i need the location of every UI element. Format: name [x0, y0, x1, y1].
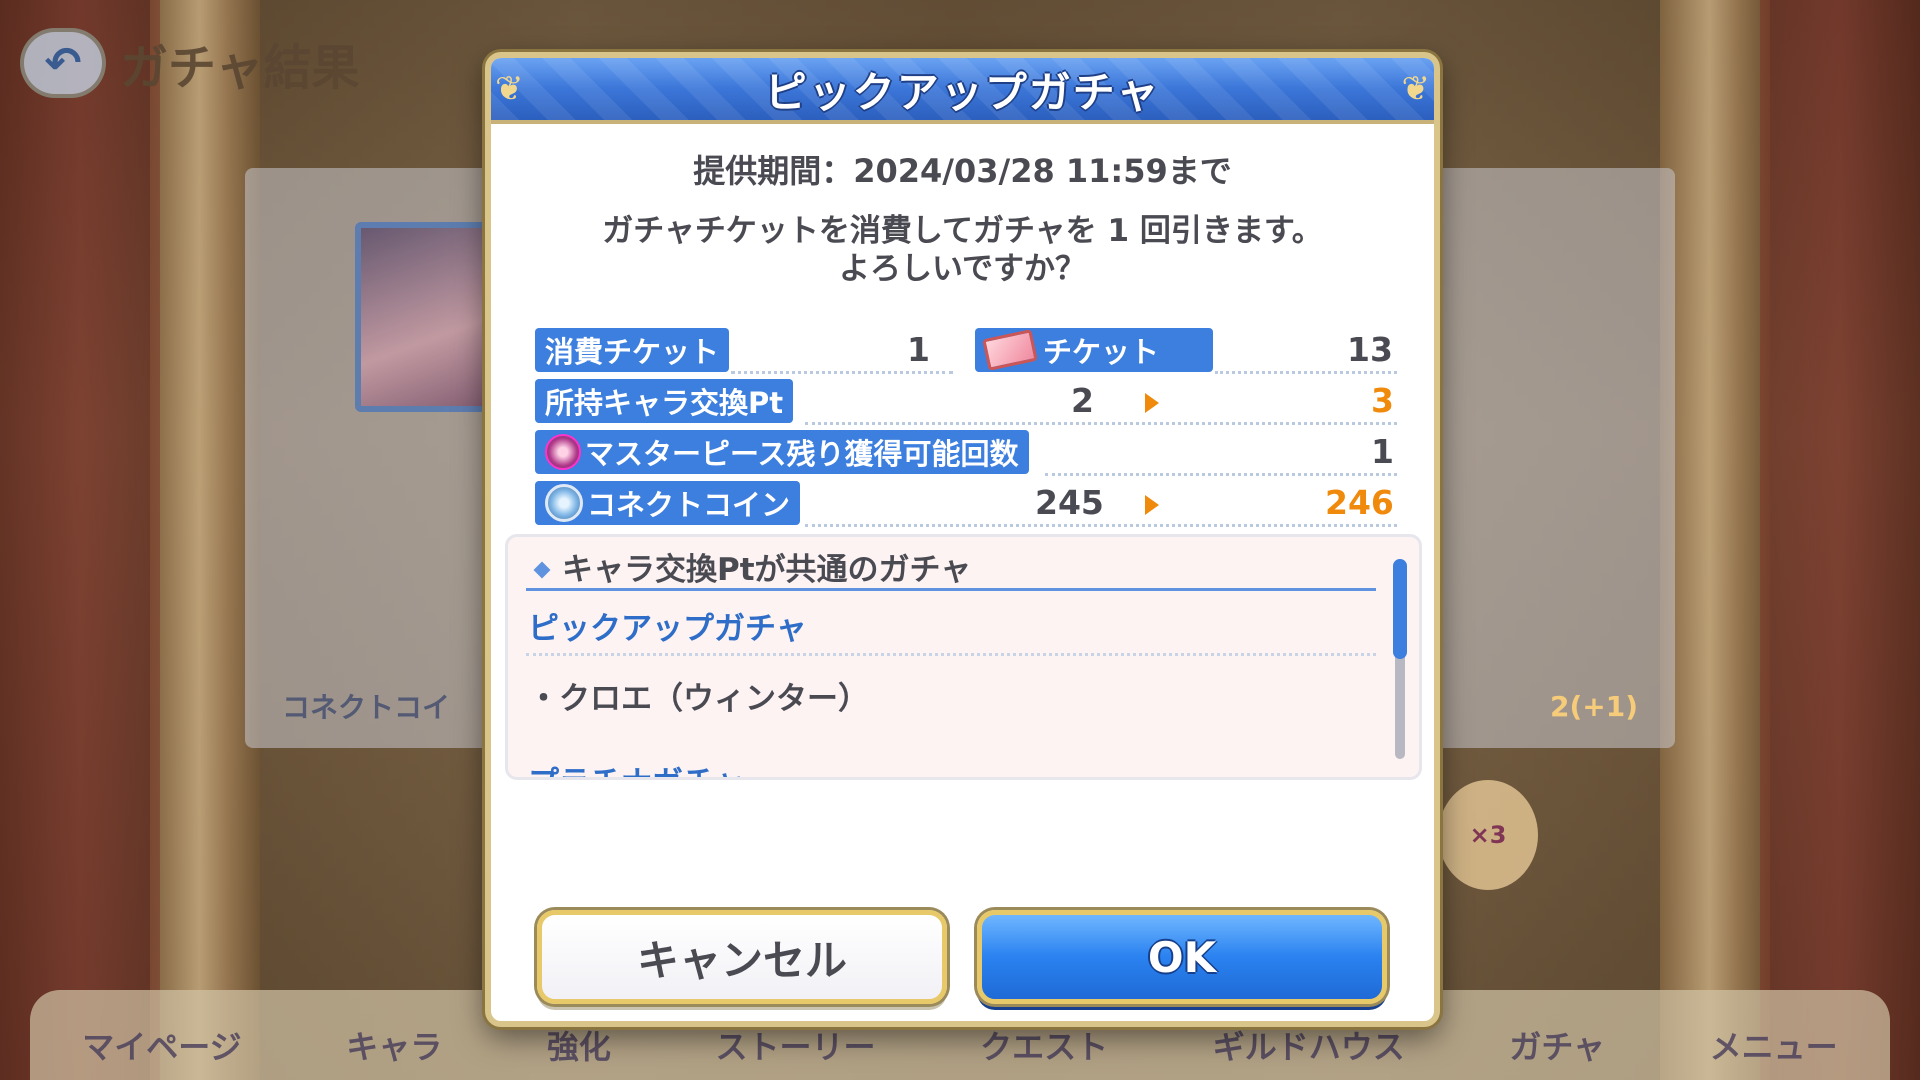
- screen-header: ↶ ガチャ結果: [20, 28, 360, 98]
- ticket-label: チケット: [975, 328, 1213, 372]
- stat-row-masterpiece: マスターピース残り獲得可能回数 1: [535, 428, 1397, 478]
- gacha-confirm-dialog: ❦ ピックアップガチャ ❦ 提供期間：2024/03/28 11:59まで ガチ…: [485, 52, 1440, 1027]
- cancel-button[interactable]: キャンセル: [537, 910, 947, 1004]
- ok-button[interactable]: OK: [977, 910, 1387, 1004]
- consume-ticket-label: 消費チケット: [535, 328, 730, 372]
- dotted-divider: [731, 371, 953, 374]
- diamond-bullet-icon: [533, 561, 551, 578]
- stat-row-exchange-pt: 所持キャラ交換Pt 2 3: [535, 377, 1397, 427]
- ticket-label-text: チケット: [1043, 335, 1160, 369]
- dotted-divider: [805, 422, 1397, 425]
- confirm-message-line2: よろしいですか？: [838, 251, 1087, 287]
- gacha-character-item: ・クロエ（ウィンター）: [528, 681, 869, 717]
- list-scrollbar-thumb[interactable]: [1393, 559, 1407, 659]
- background-curtain: [0, 0, 160, 1080]
- confirm-message-line1: ガチャチケットを消費してガチャを 1 回引きます。: [602, 213, 1323, 249]
- background-gacha-badge: ×3: [1438, 780, 1538, 890]
- connect-coin-label-text: コネクトコイン: [587, 488, 791, 522]
- connect-coin-after: 246: [1325, 483, 1394, 522]
- nav-item-character[interactable]: キャラ: [346, 1022, 442, 1068]
- arrow-right-icon: [1145, 495, 1159, 515]
- stats-table: 消費チケット 1 チケット 13 所持キャラ交換Pt 2 3 マスターピース残り…: [535, 326, 1397, 530]
- gacha-name: ピックアップガチャ: [528, 611, 807, 647]
- gacha-name: プラチナガチャ: [528, 757, 745, 777]
- ticket-icon: [982, 329, 1038, 371]
- background-coin-label: コネクトコイ: [282, 691, 451, 724]
- consume-ticket-value: 1: [907, 330, 930, 369]
- shared-gacha-heading-text: キャラ交換Ptが共通のガチャ: [562, 552, 972, 588]
- background-pillar: [1660, 0, 1770, 1080]
- nav-item-mypage[interactable]: マイページ: [82, 1022, 241, 1068]
- exchange-pt-label: 所持キャラ交換Pt: [535, 379, 794, 423]
- masterpiece-value: 1: [1371, 432, 1394, 471]
- background-pillar: [150, 0, 260, 1080]
- ticket-value: 13: [1347, 330, 1393, 369]
- ornament-icon: ❦: [1401, 69, 1431, 109]
- connect-coin-icon: [545, 484, 583, 522]
- confirm-message: ガチャチケットを消費してガチャを 1 回引きます。 よろしいですか？: [491, 212, 1434, 288]
- dotted-divider: [805, 524, 1397, 527]
- dialog-header: ❦ ピックアップガチャ ❦: [491, 58, 1434, 124]
- dialog-title: ピックアップガチャ: [764, 67, 1161, 117]
- stat-row-tickets: 消費チケット 1 チケット 13: [535, 326, 1397, 376]
- shared-gacha-heading: キャラ交換Ptが共通のガチャ: [526, 545, 1376, 591]
- nav-item-enhance[interactable]: 強化: [547, 1022, 611, 1068]
- stat-row-connect-coin: コネクトコイン 245 246: [535, 479, 1397, 529]
- background-coin-value: 2(+1): [1549, 689, 1638, 723]
- nav-item-story[interactable]: ストーリー: [715, 1022, 875, 1068]
- masterpiece-label-text: マスターピース残り獲得可能回数: [585, 437, 1019, 471]
- masterpiece-label: マスターピース残り獲得可能回数: [535, 430, 1029, 474]
- nav-item-guildhouse[interactable]: ギルドハウス: [1213, 1022, 1405, 1068]
- dotted-divider: [1215, 371, 1397, 374]
- exchange-pt-after: 3: [1371, 381, 1394, 420]
- exchange-pt-before: 2: [1071, 381, 1094, 420]
- back-arrow-icon[interactable]: ↶: [20, 28, 106, 98]
- shared-gacha-list[interactable]: キャラ交換Ptが共通のガチャ ピックアップガチャ ・クロエ（ウィンター） プラチ…: [505, 534, 1422, 780]
- nav-item-menu[interactable]: メニュー: [1710, 1022, 1838, 1068]
- connect-coin-before: 245: [1035, 483, 1104, 522]
- masterpiece-icon: [545, 434, 581, 470]
- ornament-icon: ❦: [495, 69, 524, 109]
- nav-item-gacha[interactable]: ガチャ: [1509, 1022, 1605, 1068]
- background-curtain: [1760, 0, 1920, 1080]
- connect-coin-label: コネクトコイン: [535, 481, 801, 525]
- background-character-card: [355, 222, 505, 412]
- nav-item-quest[interactable]: クエスト: [980, 1022, 1108, 1068]
- arrow-right-icon: [1145, 393, 1159, 413]
- screen-title: ガチャ結果: [120, 40, 360, 96]
- offer-period: 提供期間：2024/03/28 11:59まで: [693, 152, 1232, 190]
- dotted-divider: [1045, 473, 1397, 476]
- dotted-divider: [526, 653, 1376, 656]
